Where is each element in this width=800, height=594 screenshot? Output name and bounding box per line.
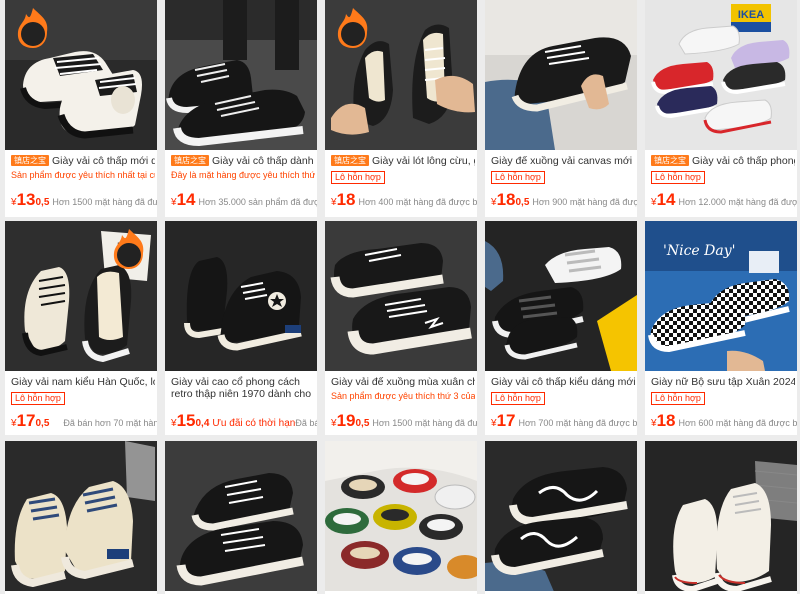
product-image[interactable]: 'Nice Day'	[645, 221, 797, 371]
product-image[interactable]	[645, 441, 797, 591]
product-card[interactable]	[165, 441, 317, 594]
price-integer: 17	[496, 411, 516, 430]
product-card[interactable]: IKEA 镇店之宝 Giày vải cô thấp phong Lô hỗn h…	[645, 0, 797, 217]
product-card[interactable]: Giày vải đế xuồng mùa xuân cho nữ, Sản p…	[325, 221, 477, 435]
product-image[interactable]: IKEA	[645, 0, 797, 150]
price-integer: 14	[176, 190, 196, 209]
hot-sale-badge-icon	[113, 229, 144, 269]
product-card[interactable]	[645, 441, 797, 594]
product-price-row: ¥190,5Hơn 1500 mặt hàng đã được bá	[331, 411, 477, 431]
product-card[interactable]: Be Giày vải nam kiểu Hàn Quốc, lót Lô hỗ…	[5, 221, 157, 435]
sales-stats: Hơn 12.000 mặt hàng đã được bá	[678, 197, 797, 207]
price-integer: 18	[496, 190, 516, 209]
product-price-row: ¥14Hơn 12.000 mặt hàng đã được bá	[651, 190, 797, 210]
product-price-row: ¥150,4 Ưu đãi có thời hạnĐã bá	[171, 411, 317, 431]
price-integer: 19	[336, 411, 356, 430]
product-image[interactable]	[325, 441, 477, 591]
product-price-row: ¥17 Hơn 700 mặt hàng đã được bán.	[491, 411, 637, 431]
mixed-batch-tag: Lô hỗn hợp	[651, 392, 705, 405]
price-integer: 17	[16, 411, 36, 430]
product-card[interactable]: Giày vải cao cổ phong cách retro thập ni…	[165, 221, 317, 435]
product-card[interactable]: 镇店之宝Giày vải cô thấp dành cho Đây là mặt…	[165, 0, 317, 217]
product-title[interactable]: Giày vải cô thấp kiểu dáng mới mùa	[491, 376, 635, 388]
sales-stats: Hơn 700 mặt hàng đã được bán.	[518, 418, 637, 428]
limited-offer-text: Ưu đãi có thời hạn	[212, 418, 296, 429]
ikea-bag-text: IKEA	[738, 9, 764, 21]
price-decimal: 0,5	[35, 197, 50, 208]
product-image[interactable]	[165, 0, 317, 150]
sales-stats: Hơn 35.000 sản phẩm đã được bá	[198, 197, 317, 207]
product-card[interactable]: 镇店之宝Giày vải lót lông cừu, giày Lô hỗn h…	[325, 0, 477, 217]
product-title[interactable]: Giày vải cao cổ phong cách retro thập ni…	[171, 376, 315, 400]
product-image[interactable]	[485, 441, 637, 591]
product-title[interactable]: 镇店之宝Giày vải cô thấp mới dành	[11, 155, 155, 167]
product-subtitle: Sản phẩm được yêu thích nhất tại cửa hà	[11, 170, 155, 180]
product-card[interactable]: 'Nice Day' Giày nữ Bộ sưu tập Xuân 2024 …	[645, 221, 797, 435]
sales-stats: Hơn 900 mặt hàng đã được bá	[532, 197, 637, 207]
mixed-batch-tag: Lô hỗn hợp	[491, 392, 545, 405]
product-title[interactable]: Giày vải nam kiểu Hàn Quốc, lót	[11, 376, 155, 388]
shop-badge: 镇店之宝	[651, 155, 689, 166]
product-title[interactable]: 镇店之宝Giày vải lót lông cừu, giày	[331, 155, 475, 167]
product-card[interactable]: 镇店之宝Giày vải cô thấp mới dành Sản phẩm đ…	[5, 0, 157, 217]
price-integer: 18	[656, 411, 676, 430]
product-image[interactable]	[5, 441, 157, 591]
product-card[interactable]	[5, 441, 157, 594]
sales-stats: Hơn 600 mặt hàng đã được bán.	[678, 418, 797, 428]
product-title[interactable]: Giày đế xuồng vải canvas mới cho	[491, 155, 635, 167]
price-integer: 15	[176, 411, 196, 430]
product-title[interactable]: 镇店之宝Giày vải cô thấp dành cho	[171, 155, 315, 167]
product-image[interactable]	[485, 221, 637, 371]
product-subtitle: Sản phẩm được yêu thích thứ 3 của cửa h	[331, 391, 475, 401]
price-integer: 13	[16, 190, 36, 209]
product-image[interactable]	[485, 0, 637, 150]
product-price-row: ¥18 Hơn 600 mặt hàng đã được bán.	[651, 411, 797, 431]
mixed-batch-tag: Lô hỗn hợp	[11, 392, 65, 405]
product-title[interactable]: 镇店之宝 Giày vải cô thấp phong	[651, 155, 795, 167]
product-price-row: ¥18 Hơn 400 mặt hàng đã được bán.	[331, 190, 477, 210]
product-card[interactable]: Giày vải cô thấp kiểu dáng mới mùa Lô hỗ…	[485, 221, 637, 435]
product-price-row: ¥170,5 Đã bán hơn 70 mặt hàng.	[11, 411, 157, 431]
product-price-row: ¥180,5Hơn 900 mặt hàng đã được bá	[491, 190, 637, 210]
shop-badge: 镇店之宝	[171, 155, 209, 166]
product-image[interactable]	[165, 221, 317, 371]
sales-stats: Đã bán hơn 70 mặt hàng.	[63, 418, 157, 428]
nice-day-text: 'Nice Day'	[663, 243, 735, 259]
product-title[interactable]: Giày nữ Bộ sưu tập Xuân 2024 Giày	[651, 376, 795, 388]
sales-stats: Hơn 400 mặt hàng đã được bán.	[358, 197, 477, 207]
product-image[interactable]	[325, 0, 477, 150]
mixed-batch-tag: Lô hỗn hợp	[331, 171, 385, 184]
product-image[interactable]	[325, 221, 477, 371]
shop-badge: 镇店之宝	[331, 155, 369, 166]
shop-badge: 镇店之宝	[11, 155, 49, 166]
mixed-batch-tag: Lô hỗn hợp	[651, 171, 705, 184]
price-integer: 18	[336, 190, 356, 209]
price-integer: 14	[656, 190, 676, 209]
price-decimal: 0,4	[195, 418, 210, 429]
sales-stats: Hơn 1500 mặt hàng đã được bá	[52, 197, 157, 207]
product-grid: 镇店之宝Giày vải cô thấp mới dành Sản phẩm đ…	[0, 0, 800, 594]
price-decimal: 0,5	[515, 197, 530, 208]
price-decimal: 0,5	[35, 418, 50, 429]
mixed-batch-tag: Lô hỗn hợp	[491, 171, 545, 184]
product-title[interactable]: Giày vải đế xuồng mùa xuân cho nữ,	[331, 376, 475, 388]
product-price-row: ¥130,5Hơn 1500 mặt hàng đã được bá	[11, 190, 157, 210]
product-image[interactable]	[5, 0, 157, 150]
product-subtitle: Đây là mặt hàng được yêu thích thứ hai	[171, 170, 315, 180]
product-card[interactable]	[485, 441, 637, 594]
product-card[interactable]: Giày đế xuồng vải canvas mới cho Lô hỗn …	[485, 0, 637, 217]
product-image[interactable]	[165, 441, 317, 591]
price-decimal: 0,5	[355, 418, 370, 429]
hot-sale-badge-icon	[337, 8, 368, 48]
product-card[interactable]	[325, 441, 477, 594]
product-price-row: ¥14Hơn 35.000 sản phẩm đã được bá	[171, 190, 317, 210]
sales-stats: Hơn 1500 mặt hàng đã được bá	[372, 418, 477, 428]
sales-stats: Đã bá	[295, 418, 317, 428]
hot-sale-badge-icon	[17, 8, 48, 48]
product-image[interactable]: Be	[5, 221, 157, 371]
